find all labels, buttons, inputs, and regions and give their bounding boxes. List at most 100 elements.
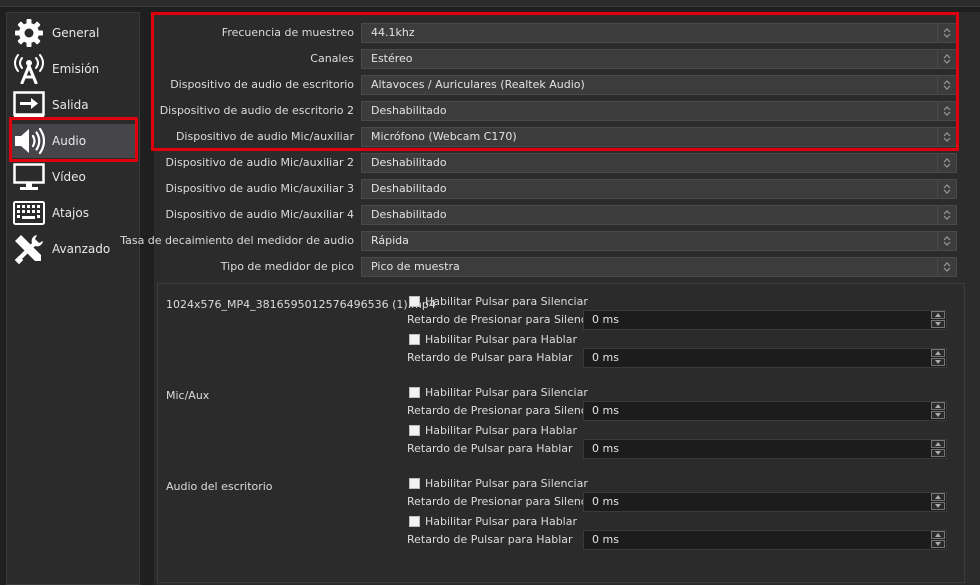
spin-up-button[interactable] (931, 493, 945, 501)
updown-arrows-icon (937, 24, 956, 42)
setting-label: Dispositivo de audio de escritorio 2 (159, 104, 354, 117)
mute-delay-spinbox[interactable]: 0 ms (583, 492, 947, 512)
spin-down-button[interactable] (931, 358, 945, 366)
talk-delay-spinbox[interactable]: 0 ms (583, 530, 947, 550)
checkbox-label: Habilitar Pulsar para Hablar (425, 423, 577, 437)
tools-icon (11, 232, 47, 266)
sidebar-item-atajos[interactable]: Atajos (9, 196, 137, 230)
sidebar-item-label: Vídeo (52, 170, 86, 184)
sidebar-item-emision[interactable]: Emisión (9, 52, 137, 86)
setting-row-mic-aux-2: Dispositivo de audio Mic/auxiliar 2 Desh… (154, 152, 980, 174)
hotkey-source-label: Audio del escritorio (166, 480, 273, 493)
meter-decay-select[interactable]: Rápida (361, 231, 957, 251)
updown-arrows-icon (937, 154, 956, 172)
spin-up-button[interactable] (931, 531, 945, 539)
spin-down-button[interactable] (931, 502, 945, 510)
setting-label: Canales (310, 52, 354, 65)
spin-down-button[interactable] (931, 411, 945, 419)
mute-delay-spinbox[interactable]: 0 ms (583, 401, 947, 421)
desktop-audio-select[interactable]: Altavoces / Auriculares (Realtek Audio) (361, 75, 957, 95)
updown-arrows-icon (937, 128, 956, 146)
sidebar-item-label: Atajos (52, 206, 89, 220)
sidebar-item-avanzado[interactable]: Avanzado (9, 232, 137, 266)
checkbox-box (409, 386, 420, 398)
spin-value: 0 ms (592, 495, 619, 508)
sample-rate-select[interactable]: 44.1khz (361, 23, 957, 43)
setting-label: Tasa de decaimiento del medidor de audio (120, 234, 354, 247)
select-value: Micrófono (Webcam C170) (371, 130, 517, 143)
sidebar-item-label: Salida (52, 98, 89, 112)
sidebar-item-audio[interactable]: Audio (9, 124, 137, 158)
enable-push-to-mute-checkbox[interactable]: Habilitar Pulsar para Silenciar (409, 294, 588, 308)
enable-push-to-talk-checkbox[interactable]: Habilitar Pulsar para Hablar (409, 514, 577, 528)
sidebar-item-video[interactable]: Vídeo (9, 160, 137, 194)
checkbox-label: Habilitar Pulsar para Silenciar (425, 476, 588, 490)
output-icon (11, 88, 47, 122)
spin-up-button[interactable] (931, 311, 945, 319)
window-top-strip (0, 0, 980, 7)
talk-delay-spinbox[interactable]: 0 ms (583, 348, 947, 368)
setting-label: Tipo de medidor de pico (220, 260, 354, 273)
settings-sidebar: General Emisión Salida Audio Vídeo Atajo… (6, 12, 140, 585)
setting-row-desktop-audio-2: Dispositivo de audio de escritorio 2 Des… (154, 100, 980, 122)
checkbox-label: Habilitar Pulsar para Silenciar (425, 294, 588, 308)
setting-row-sample-rate: Frecuencia de muestreo 44.1khz (154, 22, 980, 44)
mute-delay-label: Retardo de Presionar para Silenciar (407, 313, 602, 326)
desktop-audio-2-select[interactable]: Deshabilitado (361, 101, 957, 121)
talk-delay-spinbox[interactable]: 0 ms (583, 439, 947, 459)
enable-push-to-talk-checkbox[interactable]: Habilitar Pulsar para Hablar (409, 423, 577, 437)
mic-aux-2-select[interactable]: Deshabilitado (361, 153, 957, 173)
spin-value: 0 ms (592, 404, 619, 417)
sidebar-item-general[interactable]: General (9, 16, 137, 50)
checkbox-box (409, 295, 420, 307)
spin-down-button[interactable] (931, 320, 945, 328)
updown-arrows-icon (937, 232, 956, 250)
channels-select[interactable]: Estéreo (361, 49, 957, 69)
select-value: Altavoces / Auriculares (Realtek Audio) (371, 78, 585, 91)
broadcast-antenna-icon (11, 52, 47, 86)
hotkey-source-label: 1024x576_MP4_3816595012576496536 (1).mp4 (166, 298, 436, 311)
spin-down-button[interactable] (931, 449, 945, 457)
select-value: Rápida (371, 234, 409, 247)
spin-down-button[interactable] (931, 540, 945, 548)
setting-row-mic-aux-4: Dispositivo de audio Mic/auxiliar 4 Desh… (154, 204, 980, 226)
select-value: Estéreo (371, 52, 413, 65)
mute-delay-label: Retardo de Presionar para Silenciar (407, 495, 602, 508)
updown-arrows-icon (937, 258, 956, 276)
updown-arrows-icon (937, 50, 956, 68)
spin-value: 0 ms (592, 442, 619, 455)
spin-up-button[interactable] (931, 402, 945, 410)
vertical-scrollbar[interactable] (970, 12, 980, 585)
select-value: Pico de muestra (371, 260, 460, 273)
enable-push-to-mute-checkbox[interactable]: Habilitar Pulsar para Silenciar (409, 476, 588, 490)
setting-label: Dispositivo de audio Mic/auxiliar 2 (165, 156, 354, 169)
enable-push-to-mute-checkbox[interactable]: Habilitar Pulsar para Silenciar (409, 385, 588, 399)
keyboard-icon (11, 196, 47, 230)
talk-delay-label: Retardo de Pulsar para Hablar (407, 351, 573, 364)
peak-meter-select[interactable]: Pico de muestra (361, 257, 957, 277)
select-value: 44.1khz (371, 26, 415, 39)
enable-push-to-talk-checkbox[interactable]: Habilitar Pulsar para Hablar (409, 332, 577, 346)
setting-label: Dispositivo de audio Mic/auxiliar 3 (165, 182, 354, 195)
mute-delay-spinbox[interactable]: 0 ms (583, 310, 947, 330)
mic-aux-select[interactable]: Micrófono (Webcam C170) (361, 127, 957, 147)
sidebar-item-salida[interactable]: Salida (9, 88, 137, 122)
mic-aux-3-select[interactable]: Deshabilitado (361, 179, 957, 199)
sidebar-item-label: General (52, 26, 100, 40)
setting-label: Dispositivo de audio de escritorio (170, 78, 354, 91)
sidebar-item-label: Avanzado (52, 242, 111, 256)
speaker-icon (11, 124, 47, 158)
spin-up-button[interactable] (931, 440, 945, 448)
checkbox-box (409, 515, 420, 527)
setting-row-peak-meter: Tipo de medidor de pico Pico de muestra (154, 256, 980, 278)
setting-row-mic-aux-3: Dispositivo de audio Mic/auxiliar 3 Desh… (154, 178, 980, 200)
spin-up-button[interactable] (931, 349, 945, 357)
setting-label: Frecuencia de muestreo (221, 26, 354, 39)
checkbox-label: Habilitar Pulsar para Silenciar (425, 385, 588, 399)
updown-arrows-icon (937, 76, 956, 94)
select-value: Deshabilitado (371, 104, 447, 117)
talk-delay-label: Retardo de Pulsar para Hablar (407, 533, 573, 546)
setting-row-meter-decay: Tasa de decaimiento del medidor de audio… (120, 230, 980, 252)
sidebar-item-label: Emisión (52, 62, 100, 76)
mic-aux-4-select[interactable]: Deshabilitado (361, 205, 957, 225)
